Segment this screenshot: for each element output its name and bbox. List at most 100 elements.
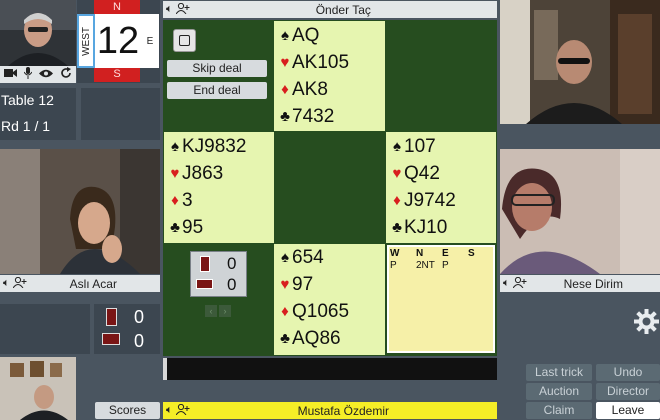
club-icon: ♣	[392, 219, 402, 236]
board-north-strip: N	[94, 0, 140, 15]
south-player-name: Mustafa Özdemir	[297, 403, 389, 418]
east-spades[interactable]: ♠ 107	[390, 133, 456, 160]
west-video	[0, 149, 160, 274]
bid-e: P	[442, 260, 449, 271]
east-hand: ♠ 107 ♥ Q42 ♦ J9742 ♣ KJ10	[386, 133, 456, 241]
end-deal-button[interactable]: End deal	[167, 82, 267, 99]
north-hearts-cards: AK105	[292, 52, 350, 73]
club-icon: ♣	[170, 219, 180, 236]
speaker-icon[interactable]: 🔈︎	[3, 277, 10, 290]
board-number: 12	[95, 14, 141, 68]
spade-icon: ♠	[281, 249, 289, 266]
west-hearts[interactable]: ♥ J863	[168, 160, 246, 187]
spade-icon: ♠	[171, 138, 179, 155]
speaker-icon[interactable]: 🔈︎	[503, 277, 510, 290]
spade-icon: ♠	[393, 138, 401, 155]
settings-icon[interactable]	[633, 308, 660, 335]
east-hearts-cards: Q42	[404, 163, 440, 184]
bid-w: P	[390, 260, 397, 271]
heart-icon: ♥	[392, 165, 402, 182]
scores-button[interactable]: Scores	[95, 402, 160, 419]
trick-counter: 0 0	[190, 251, 247, 297]
west-hand: ♠ KJ9832 ♥ J863 ♦ 3 ♣ 95	[164, 133, 246, 241]
east-video	[500, 149, 660, 274]
checkbox-inner	[179, 35, 190, 46]
north-player-bar: 🔈︎ Önder Taç	[163, 1, 497, 18]
eye-icon[interactable]	[39, 69, 54, 81]
table-name: Table 12	[1, 92, 54, 108]
north-video	[500, 0, 660, 124]
north-clubs-cards: 7432	[292, 106, 335, 127]
speaker-icon[interactable]: 🔈︎	[166, 3, 173, 16]
north-player-name: Önder Taç	[315, 2, 371, 17]
round-label: Rd 1 / 1	[1, 118, 51, 134]
self-video-toolbar	[0, 66, 76, 83]
diamond-icon: ♦	[281, 81, 289, 98]
table-checkbox[interactable]	[173, 29, 196, 52]
west-spades[interactable]: ♠ KJ9832	[168, 133, 246, 160]
east-hearts[interactable]: ♥ Q42	[390, 160, 456, 187]
undo-button[interactable]: Undo	[596, 364, 660, 381]
skip-deal-button[interactable]: Skip deal	[167, 60, 267, 77]
bid-header-w: W	[390, 248, 400, 259]
bid-n: 2NT	[416, 260, 435, 271]
board-west-label: WEST	[80, 26, 92, 56]
ew-tricks: 0	[227, 275, 237, 294]
south-clubs-cards: AQ86	[292, 328, 341, 349]
east-diamonds-cards: J9742	[404, 190, 456, 211]
south-clubs[interactable]: ♣ AQ86	[278, 325, 349, 352]
auction-button[interactable]: Auction	[526, 383, 592, 400]
leave-button[interactable]: Leave	[596, 402, 660, 419]
spade-icon: ♠	[281, 27, 289, 44]
east-player-name: Nese Dirim	[563, 276, 623, 291]
bid-header-s: S	[468, 248, 475, 259]
bottom-left-panel	[0, 304, 90, 354]
board-east-strip: E	[141, 14, 159, 68]
diamond-icon: ♦	[171, 192, 179, 209]
prev-trick-icon[interactable]: ‹	[205, 305, 217, 317]
south-hand: ♠ 654 ♥ 97 ♦ Q1065 ♣ AQ86	[274, 244, 349, 352]
south-spades[interactable]: ♠ 654	[278, 244, 349, 271]
club-icon: ♣	[280, 330, 290, 347]
add-user-icon[interactable]	[175, 403, 190, 418]
bid-header-n: N	[416, 248, 424, 259]
camera-icon[interactable]	[3, 68, 17, 81]
board-west-strip: WEST	[77, 14, 95, 68]
north-clubs[interactable]: ♣ 7432	[278, 103, 349, 130]
board-indicator: N S WEST E 12	[77, 0, 160, 83]
heart-icon: ♥	[280, 276, 290, 293]
east-diamonds[interactable]: ♦ J9742	[390, 187, 456, 214]
south-diamonds-cards: Q1065	[292, 301, 350, 322]
chat-input[interactable]	[163, 358, 497, 380]
heart-icon: ♥	[280, 54, 290, 71]
east-clubs[interactable]: ♣ KJ10	[390, 214, 456, 241]
last-trick-button[interactable]: Last trick	[526, 364, 592, 381]
east-player-bar: 🔈︎ Nese Dirim	[500, 275, 660, 292]
north-spades[interactable]: ♠ AQ	[278, 22, 349, 49]
south-hearts[interactable]: ♥ 97	[278, 271, 349, 298]
west-diamonds-cards: 3	[182, 190, 193, 211]
north-diamonds[interactable]: ♦ AK8	[278, 76, 349, 103]
add-user-icon[interactable]	[12, 276, 27, 291]
west-diamonds[interactable]: ♦ 3	[168, 187, 246, 214]
add-user-icon[interactable]	[512, 276, 527, 291]
west-clubs[interactable]: ♣ 95	[168, 214, 246, 241]
trick-nav: ‹ ›	[205, 305, 233, 317]
claim-button[interactable]: Claim	[526, 402, 592, 419]
next-trick-icon[interactable]: ›	[219, 305, 231, 317]
ns-score: 0	[134, 307, 145, 327]
speaker-icon[interactable]: 🔈︎	[166, 404, 173, 417]
refresh-icon[interactable]	[60, 67, 72, 82]
director-button[interactable]: Director	[596, 383, 660, 400]
heart-icon: ♥	[170, 165, 180, 182]
add-user-icon[interactable]	[175, 2, 190, 17]
ns-tricks: 0	[227, 254, 237, 273]
north-hand: ♠ AQ ♥ AK105 ♦ AK8 ♣ 7432	[274, 22, 349, 130]
ew-score-card-icon	[102, 333, 120, 345]
south-diamonds[interactable]: ♦ Q1065	[278, 298, 349, 325]
north-hearts[interactable]: ♥ AK105	[278, 49, 350, 76]
east-clubs-cards: KJ10	[404, 217, 448, 238]
small-video	[0, 357, 76, 420]
microphone-icon[interactable]	[23, 67, 33, 82]
club-icon: ♣	[280, 108, 290, 125]
